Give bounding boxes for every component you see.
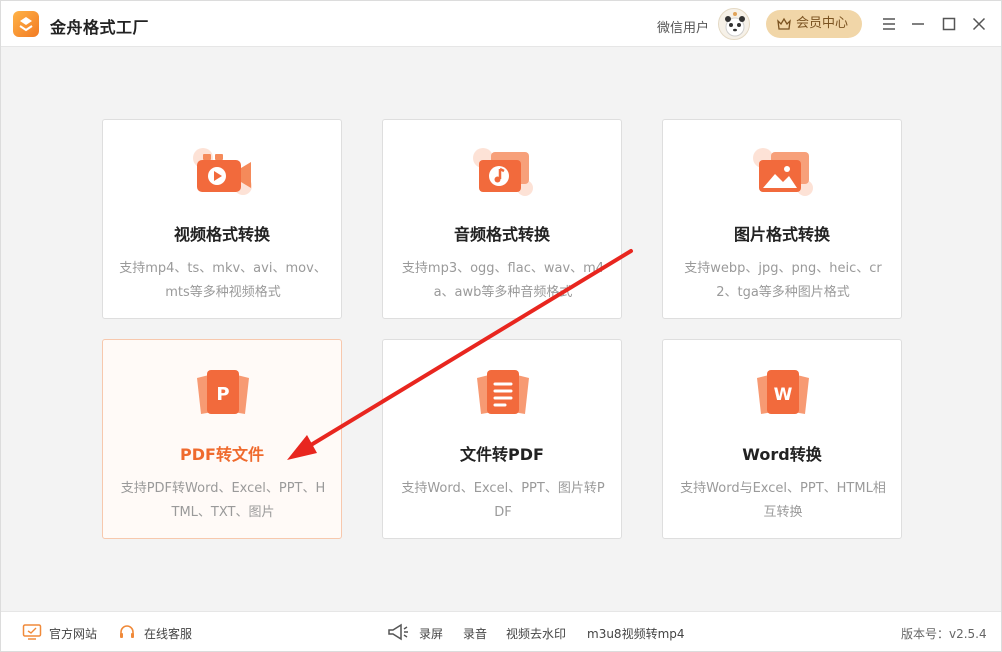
svg-text:W: W xyxy=(774,385,793,405)
card-title: Word转换 xyxy=(742,445,822,464)
card-title: 视频格式转换 xyxy=(173,225,270,244)
document-icon xyxy=(469,362,537,422)
video-convert-card[interactable]: 视频格式转换 支持mp4、ts、mkv、avi、mov、mts等多种视频格式 xyxy=(102,119,342,319)
card-title: 图片格式转换 xyxy=(733,225,830,244)
audio-record-link[interactable]: 录音 xyxy=(463,625,487,642)
word-icon: W xyxy=(749,362,817,422)
card-title: 音频格式转换 xyxy=(453,225,550,244)
audio-convert-card[interactable]: 音频格式转换 支持mp3、ogg、flac、wav、m4a、awb等多种音频格式 xyxy=(382,119,622,319)
footer-bar: 官方网站 在线客服 录屏 录音 视频去水印 m3u8视频转mp4 版本号：v2.… xyxy=(1,611,1001,651)
version-label: 版本号：v2.5.4 xyxy=(901,627,987,641)
audio-icon xyxy=(469,142,537,202)
annotation-arrow xyxy=(287,249,633,460)
card-title: PDF转文件 xyxy=(180,445,264,464)
monitor-icon xyxy=(22,624,42,640)
svg-text:P: P xyxy=(216,384,229,405)
video-icon xyxy=(189,142,257,202)
card-description: 支持PDF转Word、Excel、PPT、HTML、TXT、图片 xyxy=(120,481,326,520)
pdf-to-file-card[interactable]: P PDF转文件 支持PDF转Word、Excel、PPT、HTML、TXT、图… xyxy=(102,339,342,539)
close-icon[interactable] xyxy=(970,15,988,33)
card-title: 文件转PDF xyxy=(460,445,544,464)
maximize-icon[interactable] xyxy=(940,15,958,33)
word-convert-card[interactable]: W Word转换 支持Word与Excel、PPT、HTML相互转换 xyxy=(662,339,902,539)
minimize-icon[interactable] xyxy=(909,15,927,33)
pdf-icon: P xyxy=(189,362,257,422)
app-window: 金舟格式工厂 微信用户 会员中心 视频格式转换 支持mp4、ts、mkv、avi… xyxy=(0,0,1002,652)
online-service-link[interactable]: 在线客服 xyxy=(144,625,192,642)
screen-record-link[interactable]: 录屏 xyxy=(419,625,443,642)
file-to-pdf-card[interactable]: 文件转PDF 支持Word、Excel、PPT、图片转PDF xyxy=(382,339,622,539)
vip-center-button[interactable]: 会员中心 xyxy=(766,10,862,38)
vip-center-label: 会员中心 xyxy=(796,16,849,31)
menu-icon[interactable] xyxy=(880,15,898,33)
megaphone-icon xyxy=(388,623,408,641)
app-logo-icon xyxy=(13,11,39,37)
card-description: 支持mp3、ogg、flac、wav、m4a、awb等多种音频格式 xyxy=(401,261,605,300)
card-description: 支持Word与Excel、PPT、HTML相互转换 xyxy=(680,481,886,520)
avatar[interactable] xyxy=(718,8,750,40)
user-name[interactable]: 微信用户 xyxy=(657,17,709,36)
image-convert-card[interactable]: 图片格式转换 支持webp、jpg、png、heic、cr2、tga等多种图片格… xyxy=(662,119,902,319)
official-site-link[interactable]: 官方网站 xyxy=(49,625,97,642)
app-title: 金舟格式工厂 xyxy=(50,18,150,37)
headset-icon xyxy=(120,625,134,638)
card-description: 支持webp、jpg、png、heic、cr2、tga等多种图片格式 xyxy=(684,261,882,300)
card-description: 支持mp4、ts、mkv、avi、mov、mts等多种视频格式 xyxy=(119,261,327,300)
card-description: 支持Word、Excel、PPT、图片转PDF xyxy=(401,481,605,520)
video-watermark-link[interactable]: 视频去水印 xyxy=(506,625,566,642)
title-bar: 金舟格式工厂 微信用户 会员中心 xyxy=(1,1,1001,47)
m3u8-convert-link[interactable]: m3u8视频转mp4 xyxy=(587,625,685,642)
image-icon xyxy=(749,142,817,202)
crown-icon xyxy=(777,17,791,30)
